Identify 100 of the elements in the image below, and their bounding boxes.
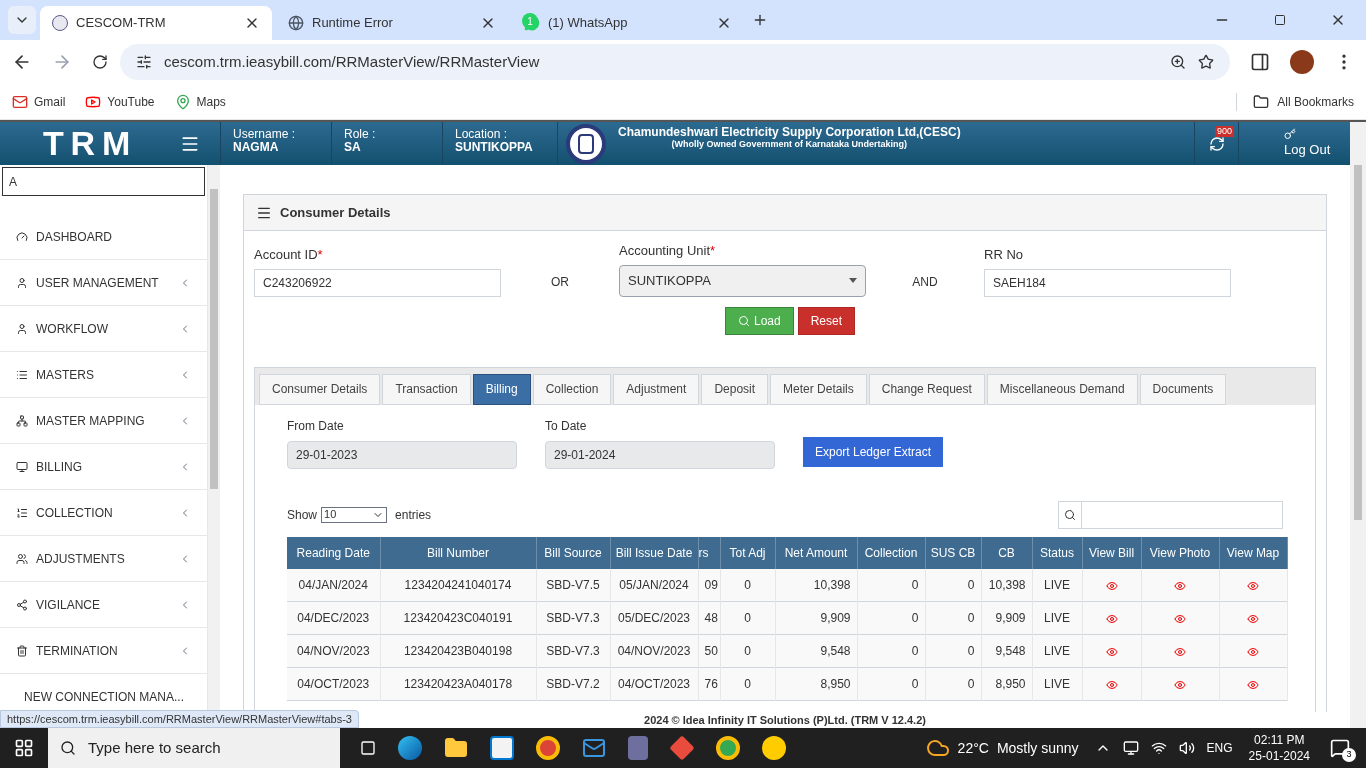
tab[interactable]: Collection xyxy=(532,373,612,405)
new-tab-icon[interactable] xyxy=(752,12,768,28)
store-icon[interactable] xyxy=(490,736,514,760)
temperature[interactable]: 22°C xyxy=(957,737,989,759)
tab-search-button[interactable] xyxy=(8,6,36,34)
tab[interactable]: Transaction xyxy=(382,373,471,405)
user-icon xyxy=(16,322,28,335)
tab[interactable]: Miscellaneous Demand xyxy=(986,373,1138,405)
tab[interactable]: Meter Details xyxy=(770,373,867,405)
language-indicator[interactable]: ENG xyxy=(1206,739,1233,757)
sidebar-item[interactable]: TERMINATION xyxy=(0,628,207,674)
windows-start-icon[interactable] xyxy=(14,738,34,758)
bookmark-link[interactable]: YouTube xyxy=(85,92,155,111)
calculator-icon[interactable] xyxy=(628,736,648,760)
eye-icon[interactable] xyxy=(1174,579,1186,592)
sidebar-item[interactable]: USER MANAGEMENT xyxy=(0,260,207,306)
logout-button[interactable]: Log Out xyxy=(1272,122,1350,165)
sidebar-item[interactable]: WORKFLOW xyxy=(0,306,207,352)
column-header[interactable]: Reading Date xyxy=(287,536,380,569)
sidebar-item[interactable]: MASTER MAPPING xyxy=(0,398,207,444)
export-button[interactable]: Export Ledger Extract xyxy=(803,436,944,467)
star-icon[interactable] xyxy=(1198,54,1214,70)
table-search-field[interactable] xyxy=(1058,500,1283,529)
column-header[interactable]: Net Amount xyxy=(775,536,857,569)
eye-icon[interactable] xyxy=(1247,612,1259,625)
column-header[interactable]: rs xyxy=(698,536,720,569)
tab-badge: 1 xyxy=(522,13,538,29)
sidebar-item[interactable]: VIGILANCE xyxy=(0,582,207,628)
bookmark-link[interactable]: Maps xyxy=(174,92,226,111)
column-header[interactable]: View Photo xyxy=(1141,536,1219,569)
tab[interactable]: Consumer Details xyxy=(259,373,381,405)
speaker-icon[interactable] xyxy=(1178,740,1195,756)
tab-title: (1) WhatsApp xyxy=(548,14,629,33)
folder-icon[interactable] xyxy=(444,736,468,760)
site-settings-icon[interactable] xyxy=(136,54,152,70)
browser-tab[interactable]: Runtime Error xyxy=(276,6,508,40)
eye-icon[interactable] xyxy=(1105,645,1118,658)
column-header[interactable]: Tot Adj xyxy=(720,536,775,569)
eye-icon[interactable] xyxy=(1247,579,1259,592)
reset-button[interactable]: Reset xyxy=(797,306,856,335)
zoom-icon[interactable] xyxy=(1170,54,1186,70)
bookmark-link[interactable]: Gmail xyxy=(12,92,66,111)
edge-icon[interactable] xyxy=(398,736,422,760)
account-id-field[interactable]: C243206922 xyxy=(254,268,501,297)
eye-icon[interactable] xyxy=(1105,678,1118,691)
browser-tab[interactable]: CESCOM-TRM xyxy=(40,6,272,40)
tab[interactable]: Adjustment xyxy=(613,373,700,405)
clock[interactable]: 02:11 PM 25-01-2024 xyxy=(1248,732,1310,764)
sidebar-item[interactable]: DASHBOARD xyxy=(0,214,207,260)
eye-icon[interactable] xyxy=(1247,678,1259,691)
column-header[interactable]: View Map xyxy=(1219,536,1287,569)
sidebar-item[interactable]: COLLECTION xyxy=(0,490,207,536)
eye-icon[interactable] xyxy=(1174,612,1186,625)
header-label: Username : xyxy=(233,128,297,141)
chrome-icon[interactable] xyxy=(716,736,740,760)
column-header[interactable]: CB xyxy=(981,536,1032,569)
mail-icon[interactable] xyxy=(582,736,606,760)
eye-icon[interactable] xyxy=(1174,645,1186,658)
accounting-unit-select[interactable]: SUNTIKOPPA xyxy=(619,264,866,297)
rr-no-field[interactable]: SAEH184 xyxy=(984,268,1231,297)
refresh-icon[interactable] xyxy=(1208,135,1225,152)
column-header[interactable]: Bill Source xyxy=(536,536,610,569)
notifications-icon[interactable] xyxy=(1330,738,1350,758)
taskbar-search-field[interactable]: Type here to search xyxy=(48,728,340,768)
column-header[interactable]: Collection xyxy=(857,536,925,569)
tab[interactable]: Change Request xyxy=(868,373,985,405)
side-panel-icon[interactable] xyxy=(1250,52,1270,72)
sidebar-item[interactable]: ADJUSTMENTS xyxy=(0,536,207,582)
task-view-icon[interactable] xyxy=(360,740,376,756)
column-header[interactable]: View Bill xyxy=(1082,536,1141,569)
page-scrollbar[interactable] xyxy=(1350,165,1366,728)
app-icon[interactable] xyxy=(762,736,786,760)
browser-tab[interactable]: 1 (1) WhatsApp xyxy=(512,6,744,40)
monitor-icon xyxy=(16,460,28,473)
column-header[interactable]: Bill Number xyxy=(380,536,536,569)
sidebar-item[interactable]: BILLING xyxy=(0,444,207,490)
eye-icon[interactable] xyxy=(1105,612,1118,625)
date-field[interactable]: 29-01-2024 xyxy=(545,440,775,469)
eye-icon[interactable] xyxy=(1247,645,1259,658)
chrome-icon[interactable] xyxy=(536,736,560,760)
eye-icon[interactable] xyxy=(1105,579,1118,592)
page-size-select[interactable]: 10 xyxy=(321,506,388,523)
column-header[interactable]: SUS CB xyxy=(925,536,981,569)
sidebar-item[interactable]: MASTERS xyxy=(0,352,207,398)
column-header[interactable]: Bill Issue Date xyxy=(610,536,698,569)
column-header[interactable]: Status xyxy=(1032,536,1082,569)
sidebar-search-field[interactable]: A xyxy=(2,167,205,196)
all-bookmarks-link[interactable]: All Bookmarks xyxy=(1236,92,1354,111)
reload-icon[interactable] xyxy=(92,54,108,70)
device-icon[interactable] xyxy=(1122,740,1139,756)
tab[interactable]: Deposit xyxy=(701,373,769,405)
eye-icon[interactable] xyxy=(1174,678,1186,691)
tab[interactable]: Documents xyxy=(1139,373,1227,405)
profile-avatar[interactable] xyxy=(1290,50,1314,74)
address-bar[interactable]: cescom.trm.ieasybill.com/RRMasterView/RRMasterView xyxy=(120,44,1230,80)
weather-text[interactable]: Mostly sunny xyxy=(996,737,1079,759)
tab[interactable]: Billing xyxy=(472,373,531,405)
wifi-icon[interactable] xyxy=(1150,740,1167,756)
restore-icon[interactable] xyxy=(1274,14,1286,26)
date-field[interactable]: 29-01-2023 xyxy=(287,440,517,469)
